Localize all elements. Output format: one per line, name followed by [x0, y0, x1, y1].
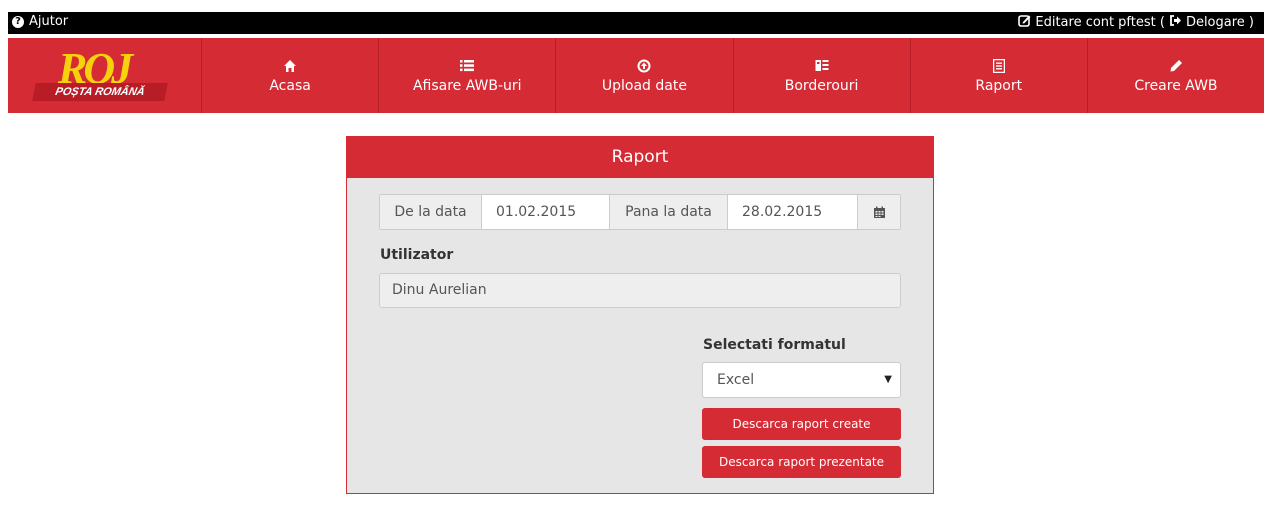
logout-link[interactable]: Delogare ) — [1186, 15, 1254, 30]
account-area: Editare cont pftest ( Delogare ) — [1018, 14, 1254, 31]
nav-item-creare-awb[interactable]: Creare AWB — [1088, 38, 1264, 113]
nav-item-label: Creare AWB — [1134, 77, 1218, 94]
from-date-label: De la data — [380, 195, 482, 229]
format-label: Selectati formatul — [703, 337, 846, 353]
nav-item-acasa[interactable]: Acasa — [202, 38, 380, 113]
help-link[interactable]: ? Ajutor — [12, 14, 68, 29]
format-select[interactable]: Excel ▼ — [702, 362, 901, 398]
nav-item-label: Acasa — [269, 77, 311, 94]
download-created-report-button[interactable]: Descarca raport create — [702, 408, 901, 440]
edit-account-link[interactable]: Editare cont — [1035, 15, 1114, 30]
calendar-icon[interactable] — [858, 195, 900, 229]
format-select-value: Excel — [717, 372, 755, 388]
batch-icon — [815, 58, 829, 74]
main-nav: ROJ POȘTA ROMÂNĂ Acasa Afisare AWB-uri U… — [8, 38, 1264, 113]
user-label: Utilizator — [380, 247, 454, 263]
nav-item-upload-date[interactable]: Upload date — [556, 38, 734, 113]
panel-title: Raport — [347, 137, 933, 178]
nav-item-label: Raport — [975, 77, 1023, 94]
to-date-input[interactable]: 28.02.2015 — [728, 195, 858, 229]
date-range-group: De la data 01.02.2015 Pana la data 28.02… — [379, 194, 901, 230]
nav-item-label: Borderouri — [784, 77, 859, 94]
to-date-label: Pana la data — [610, 195, 728, 229]
upload-circle-icon — [637, 58, 651, 74]
pencil-icon — [1169, 58, 1183, 74]
question-circle-icon: ? — [12, 15, 24, 28]
edit-account-icon — [1018, 14, 1031, 31]
user-field: Dinu Aurelian — [379, 273, 901, 308]
home-icon — [283, 58, 297, 74]
nav-item-afisare-awb[interactable]: Afisare AWB-uri — [379, 38, 557, 113]
logo-tagline: POȘTA ROMÂNĂ — [32, 83, 168, 101]
report-icon — [992, 58, 1005, 74]
report-panel: Raport De la data 01.02.2015 Pana la dat… — [346, 136, 934, 494]
nav-item-label: Upload date — [601, 77, 687, 94]
top-bar: ? Ajutor Editare cont pftest ( Delogare … — [8, 12, 1264, 34]
nav-item-raport[interactable]: Raport — [911, 38, 1088, 113]
nav-item-label: Afisare AWB-uri — [412, 77, 522, 94]
caret-down-icon: ▼ — [884, 374, 892, 385]
username-label: pftest ( — [1118, 15, 1165, 30]
help-label: Ajutor — [29, 14, 69, 29]
logout-icon — [1169, 14, 1182, 31]
list-icon — [460, 58, 475, 74]
from-date-input[interactable]: 01.02.2015 — [482, 195, 610, 229]
nav-item-borderouri[interactable]: Borderouri — [734, 38, 911, 113]
download-presented-report-button[interactable]: Descarca raport prezentate — [702, 446, 901, 478]
posta-romana-logo: ROJ POȘTA ROMÂNĂ — [30, 47, 180, 103]
logo-cell[interactable]: ROJ POȘTA ROMÂNĂ — [8, 38, 202, 113]
